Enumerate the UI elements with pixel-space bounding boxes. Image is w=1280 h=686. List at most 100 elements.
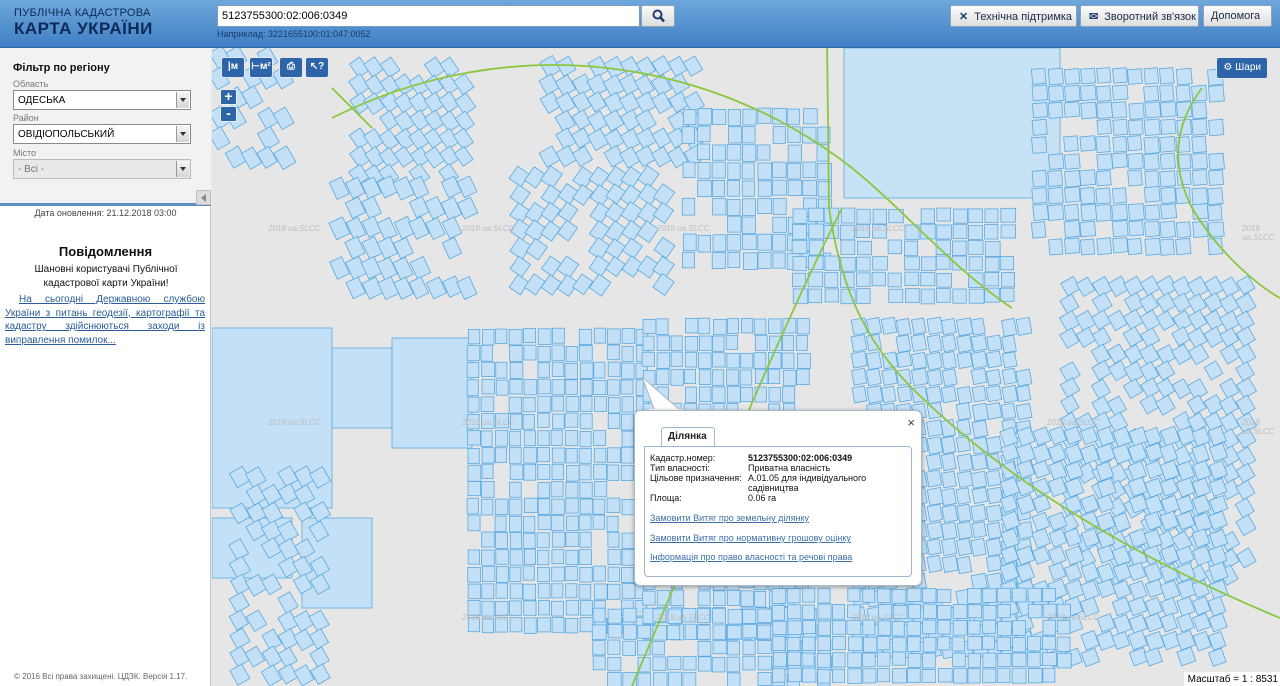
parcel[interactable] (1111, 187, 1128, 204)
parcel[interactable] (1048, 238, 1064, 256)
parcel[interactable] (795, 335, 808, 351)
parcel[interactable] (293, 628, 315, 652)
parcel[interactable] (940, 470, 957, 489)
parcel[interactable] (831, 668, 845, 683)
parcel[interactable] (565, 531, 579, 547)
zoom-out-button[interactable]: - (220, 106, 237, 122)
parcel[interactable] (621, 499, 636, 516)
parcel[interactable] (1140, 377, 1161, 399)
parcel[interactable] (540, 201, 562, 223)
parcel[interactable] (1011, 587, 1027, 603)
parcel[interactable] (757, 252, 772, 269)
parcel[interactable] (509, 481, 522, 498)
parcel[interactable] (1154, 360, 1176, 381)
parcel[interactable] (742, 198, 756, 216)
parcel[interactable] (895, 334, 912, 353)
parcel[interactable] (682, 672, 697, 686)
parcel[interactable] (786, 108, 800, 125)
parcel[interactable] (228, 591, 250, 614)
parcel[interactable] (926, 419, 944, 438)
parcel[interactable] (757, 233, 772, 251)
parcel[interactable] (651, 641, 665, 656)
parcel[interactable] (495, 361, 508, 379)
parcel[interactable] (453, 145, 474, 167)
parcel[interactable] (741, 216, 756, 235)
parcel[interactable] (607, 624, 623, 639)
parcel[interactable] (1192, 630, 1212, 652)
parcel[interactable] (1095, 135, 1111, 154)
tech-support-button[interactable]: ✕ Технічна підтримка (950, 5, 1077, 27)
parcel[interactable] (696, 143, 711, 161)
parcel[interactable] (712, 624, 726, 641)
parcel[interactable] (607, 672, 622, 686)
parcel[interactable] (911, 317, 927, 335)
order-valuation-extract-link[interactable]: Замовити Витяг про нормативну грошову оц… (650, 533, 851, 543)
parcel[interactable] (670, 351, 683, 367)
parcel[interactable] (1056, 636, 1071, 652)
parcel[interactable] (1096, 613, 1116, 633)
parcel[interactable] (655, 318, 669, 336)
parcel[interactable] (593, 361, 606, 379)
parcel[interactable] (1234, 497, 1255, 519)
parcel[interactable] (1191, 187, 1209, 206)
parcel[interactable] (1159, 84, 1175, 103)
parcel[interactable] (636, 220, 660, 244)
parcel[interactable] (606, 464, 620, 481)
parcel[interactable] (968, 288, 985, 304)
parcel[interactable] (481, 378, 495, 395)
parcel[interactable] (1001, 367, 1018, 385)
parcel[interactable] (1063, 135, 1079, 152)
parcel[interactable] (1031, 545, 1051, 565)
parcel[interactable] (682, 656, 697, 671)
parcel[interactable] (1080, 647, 1101, 668)
parcel[interactable] (922, 652, 936, 669)
parcel[interactable] (621, 362, 635, 380)
parcel[interactable] (796, 368, 810, 385)
parcel[interactable] (956, 453, 974, 472)
parcel[interactable] (551, 583, 564, 599)
parcel[interactable] (757, 608, 773, 623)
parcel[interactable] (537, 328, 552, 345)
parcel[interactable] (904, 288, 920, 304)
parcel[interactable] (872, 208, 887, 225)
parcel[interactable] (792, 208, 808, 224)
parcel[interactable] (579, 413, 593, 430)
parcel[interactable] (1176, 596, 1196, 617)
parcel[interactable] (467, 549, 480, 565)
parcel[interactable] (525, 237, 549, 261)
parcel[interactable] (652, 273, 675, 296)
parcel[interactable] (683, 109, 697, 126)
parcel[interactable] (726, 180, 740, 197)
parcel[interactable] (566, 465, 580, 482)
parcel[interactable] (377, 276, 400, 301)
parcel[interactable] (711, 161, 726, 179)
parcel[interactable] (1032, 426, 1052, 446)
parcel[interactable] (807, 288, 823, 304)
parcel[interactable] (1027, 587, 1043, 603)
parcel[interactable] (1126, 68, 1143, 85)
parcel[interactable] (1095, 170, 1112, 187)
parcel[interactable] (713, 590, 726, 606)
parcel[interactable] (1159, 135, 1176, 153)
parcel[interactable] (656, 352, 671, 369)
parcel[interactable] (551, 447, 566, 464)
parcel[interactable] (509, 515, 522, 533)
parcel[interactable] (941, 350, 957, 370)
parcel[interactable] (1186, 326, 1208, 349)
parcel[interactable] (1047, 169, 1064, 187)
parcel[interactable] (495, 429, 509, 447)
parcel[interactable] (956, 334, 973, 353)
parcel[interactable] (955, 487, 971, 505)
parcel[interactable] (956, 351, 974, 369)
parcel[interactable] (361, 195, 382, 220)
parcel[interactable] (984, 272, 1000, 287)
parcel[interactable] (466, 379, 479, 397)
parcel[interactable] (551, 464, 565, 481)
parcel[interactable] (1192, 612, 1212, 633)
parcel[interactable] (757, 639, 772, 654)
parcel[interactable] (1096, 237, 1113, 256)
parcel[interactable] (907, 653, 922, 668)
parcel[interactable] (772, 198, 787, 215)
parcel[interactable] (739, 369, 753, 386)
parcel[interactable] (537, 482, 550, 499)
